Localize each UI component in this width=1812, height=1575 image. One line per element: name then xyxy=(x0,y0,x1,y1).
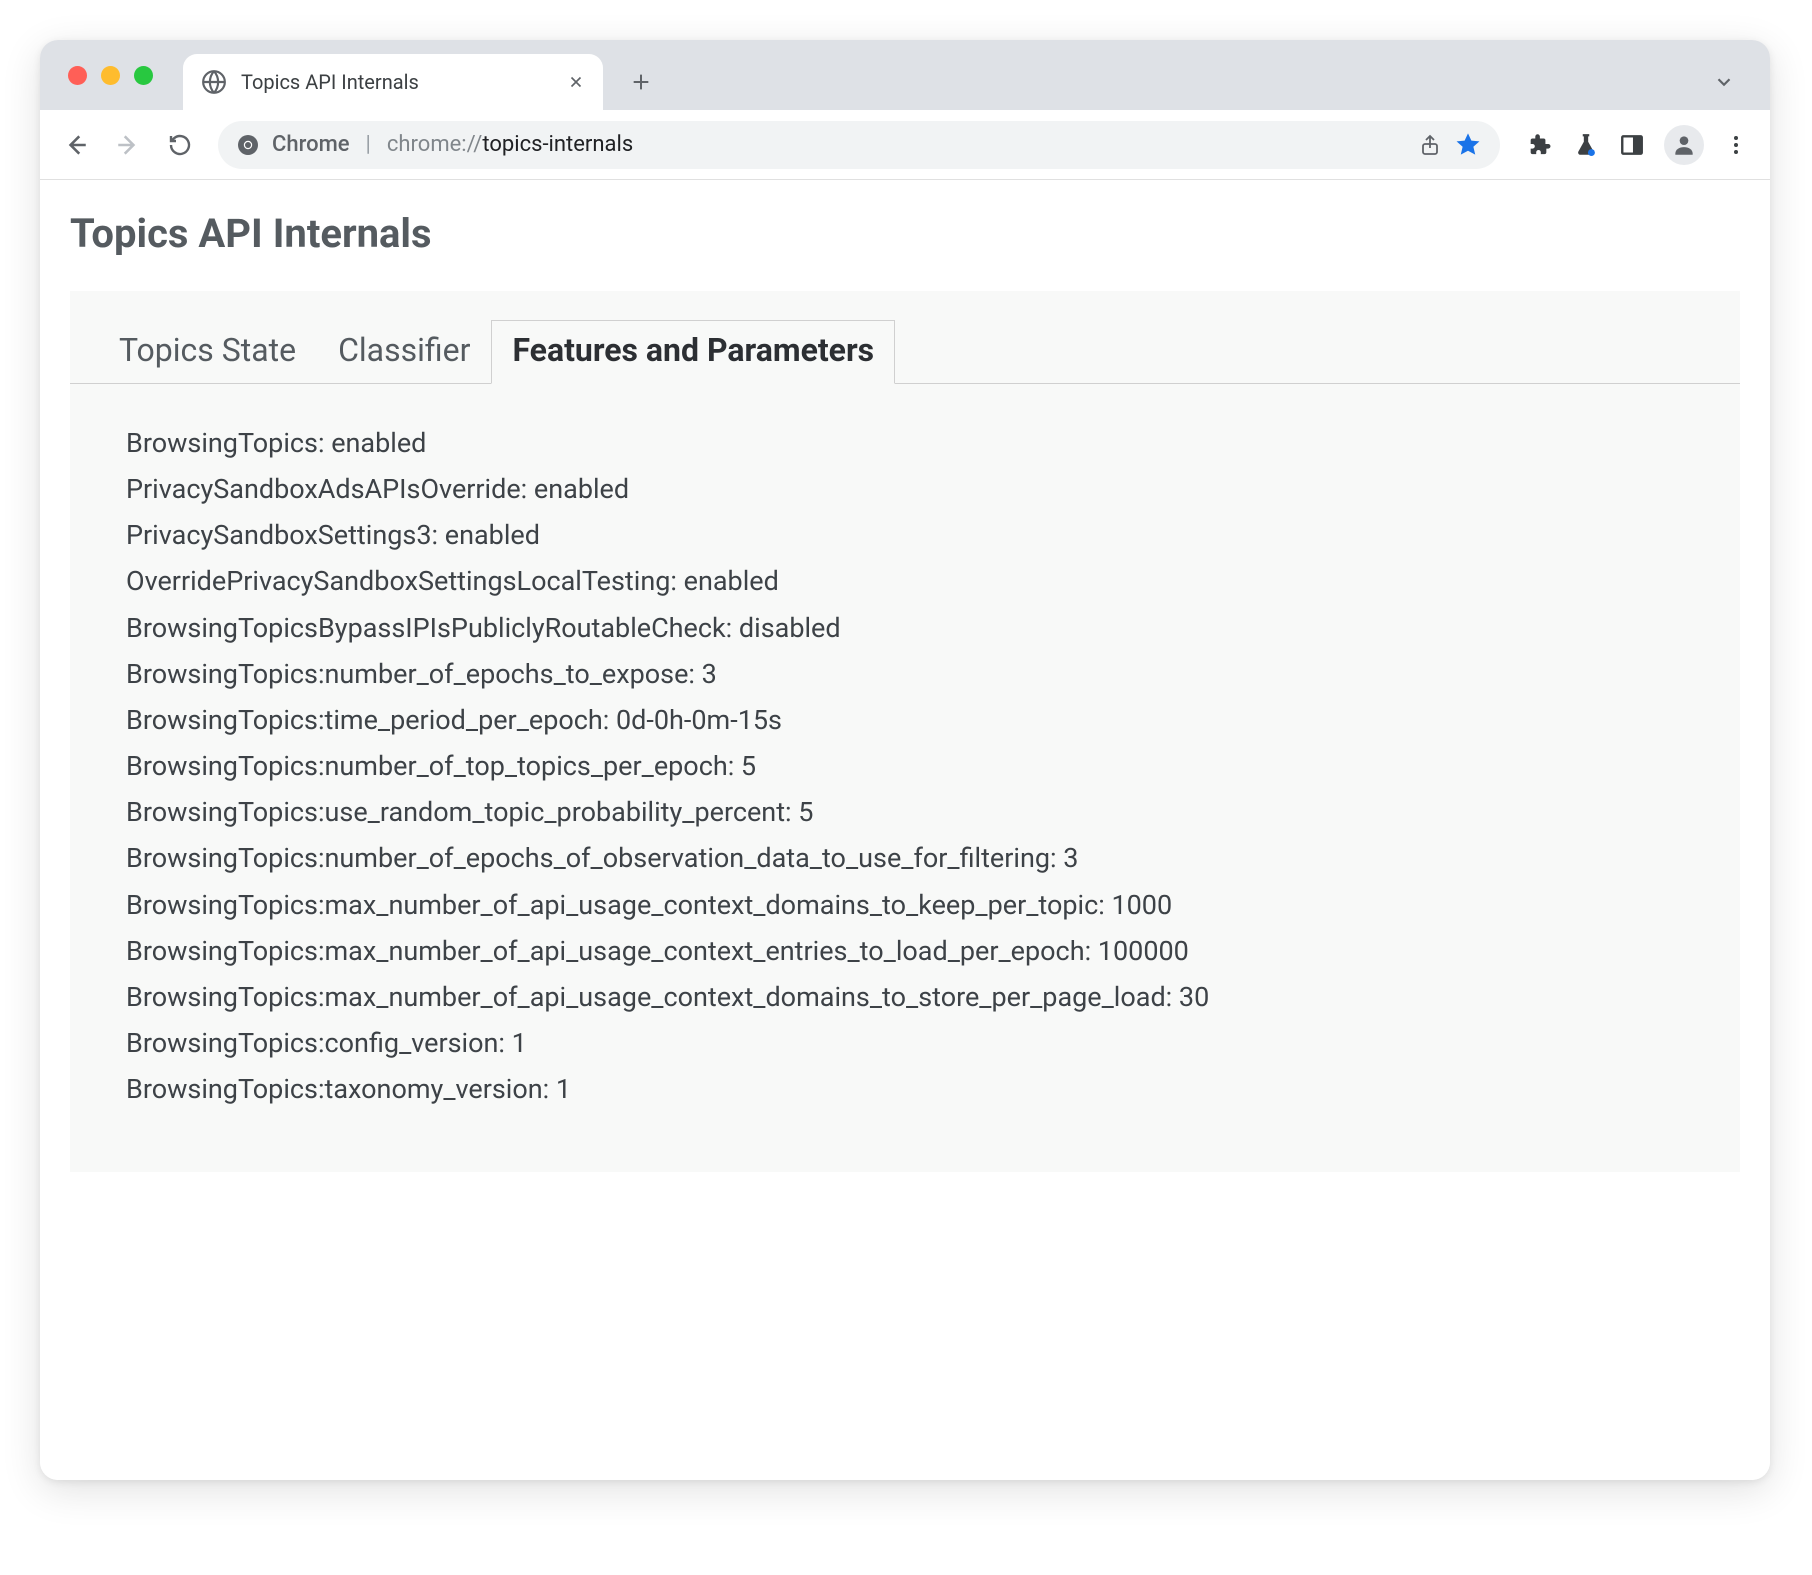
kebab-menu-icon[interactable] xyxy=(1722,131,1750,159)
tab-search-button[interactable] xyxy=(1702,60,1746,104)
share-icon[interactable] xyxy=(1418,133,1442,157)
toolbar-actions xyxy=(1526,125,1750,165)
browser-window: Topics API Internals xyxy=(40,40,1770,1480)
window-maximize-button[interactable] xyxy=(134,66,153,85)
url-prefix: chrome:// xyxy=(387,132,482,157)
globe-icon xyxy=(201,69,227,95)
bookmark-star-icon[interactable] xyxy=(1454,131,1482,159)
feature-row: BrowsingTopicsBypassIPIsPubliclyRoutable… xyxy=(126,605,1740,651)
forward-button[interactable] xyxy=(106,123,150,167)
tab-close-icon[interactable] xyxy=(567,73,585,91)
feature-row: BrowsingTopics:config_version: 1 xyxy=(126,1020,1740,1066)
back-button[interactable] xyxy=(54,123,98,167)
feature-row: BrowsingTopics:taxonomy_version: 1 xyxy=(126,1066,1740,1112)
window-close-button[interactable] xyxy=(68,66,87,85)
labs-icon[interactable] xyxy=(1572,131,1600,159)
url-divider: | xyxy=(366,132,371,157)
feature-row: BrowsingTopics:number_of_epochs_of_obser… xyxy=(126,835,1740,881)
browser-tab[interactable]: Topics API Internals xyxy=(183,54,603,110)
window-controls xyxy=(68,66,153,85)
feature-row: BrowsingTopics: enabled xyxy=(126,420,1740,466)
window-minimize-button[interactable] xyxy=(101,66,120,85)
tab-features-and-parameters[interactable]: Features and Parameters xyxy=(491,320,895,384)
feature-row: BrowsingTopics:max_number_of_api_usage_c… xyxy=(126,882,1740,928)
toolbar: Chrome | chrome://topics-internals xyxy=(40,110,1770,180)
feature-row: PrivacySandboxAdsAPIsOverride: enabled xyxy=(126,466,1740,512)
feature-row: BrowsingTopics:max_number_of_api_usage_c… xyxy=(126,928,1740,974)
feature-row: PrivacySandboxSettings3: enabled xyxy=(126,512,1740,558)
page-title: Topics API Internals xyxy=(70,210,1740,257)
url-scheme-label: Chrome xyxy=(272,132,350,157)
side-panel-icon[interactable] xyxy=(1618,131,1646,159)
reload-button[interactable] xyxy=(158,123,202,167)
page-content: Topics API Internals Topics State Classi… xyxy=(40,180,1770,1480)
feature-row: OverridePrivacySandboxSettingsLocalTesti… xyxy=(126,558,1740,604)
new-tab-button[interactable] xyxy=(619,60,663,104)
extensions-icon[interactable] xyxy=(1526,131,1554,159)
url-path: topics-internals xyxy=(482,132,633,157)
feature-row: BrowsingTopics:max_number_of_api_usage_c… xyxy=(126,974,1740,1020)
feature-row: BrowsingTopics:use_random_topic_probabil… xyxy=(126,789,1740,835)
feature-row: BrowsingTopics:time_period_per_epoch: 0d… xyxy=(126,697,1740,743)
tab-classifier[interactable]: Classifier xyxy=(317,320,491,384)
feature-row: BrowsingTopics:number_of_top_topics_per_… xyxy=(126,743,1740,789)
tab-strip: Topics API Internals xyxy=(40,40,1770,110)
tab-title: Topics API Internals xyxy=(241,70,419,94)
content-panel: Topics State Classifier Features and Par… xyxy=(70,291,1740,1172)
address-bar[interactable]: Chrome | chrome://topics-internals xyxy=(218,121,1500,169)
features-list: BrowsingTopics: enabled PrivacySandboxAd… xyxy=(70,384,1740,1112)
profile-avatar[interactable] xyxy=(1664,125,1704,165)
chrome-icon xyxy=(236,133,260,157)
tab-topics-state[interactable]: Topics State xyxy=(98,320,317,384)
feature-row: BrowsingTopics:number_of_epochs_to_expos… xyxy=(126,651,1740,697)
page-tabs: Topics State Classifier Features and Par… xyxy=(70,319,1740,384)
